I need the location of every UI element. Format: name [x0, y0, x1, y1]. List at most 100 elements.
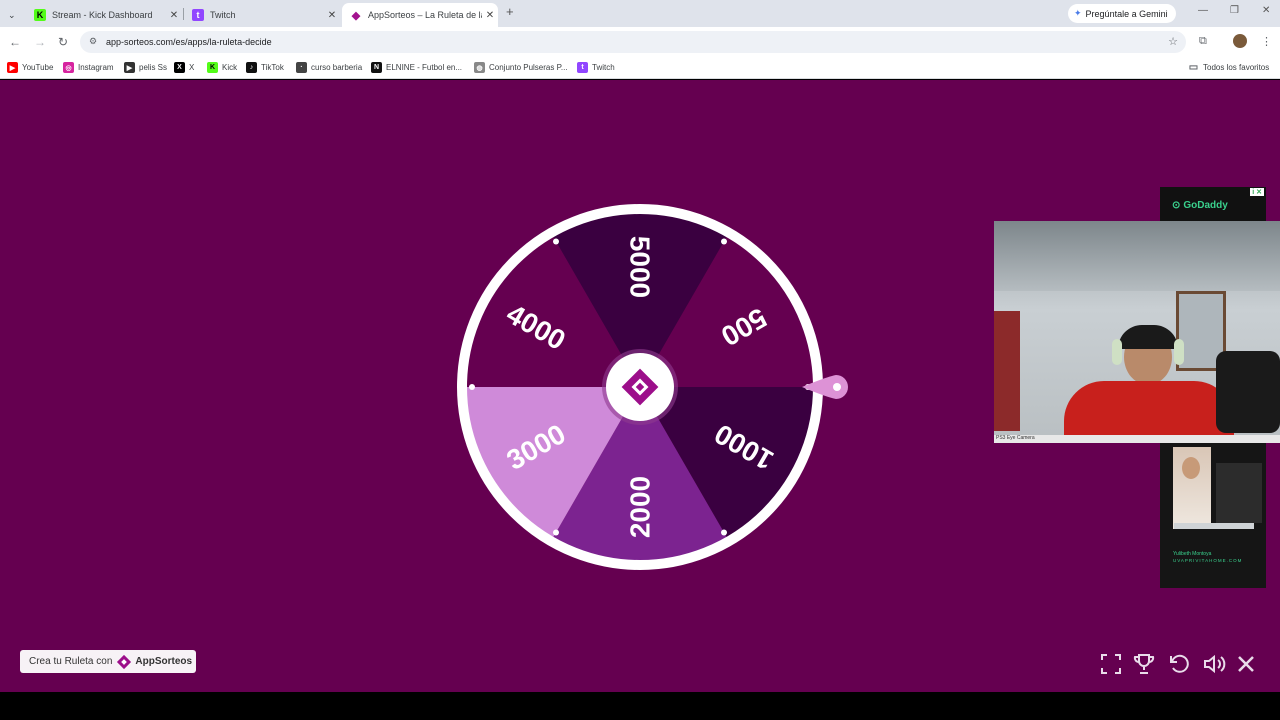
rim-dot	[553, 529, 559, 536]
create-wheel-button[interactable]: Crea tu Ruleta con AppSorteos	[20, 650, 196, 673]
rim-dot	[721, 238, 727, 245]
bookmark-label: curso barberia	[311, 63, 363, 72]
tab-twitch[interactable]: t Twitch ✕	[184, 3, 340, 27]
menu-icon[interactable]: ⋮	[1261, 35, 1272, 48]
forward-icon[interactable]: →	[34, 35, 46, 49]
wheel-label: 5000	[625, 236, 656, 298]
camera-caption: PS3 Eye Camera	[994, 435, 1280, 443]
fullscreen-icon[interactable]	[1099, 652, 1123, 676]
bookmark-pelis[interactable]: ▶ pelis Ss	[124, 62, 167, 73]
bookmark-kick[interactable]: K Kick	[207, 62, 237, 73]
bookmark-x[interactable]: XX	[174, 62, 194, 73]
appsorteos-icon: ◆	[351, 9, 361, 22]
kick-icon: K	[34, 9, 46, 21]
close-icon[interactable]: ✕	[166, 10, 182, 21]
new-tab-icon[interactable]: +	[506, 4, 514, 19]
bookmark-label: Kick	[222, 63, 238, 72]
extensions-icon[interactable]: ⧉	[1199, 35, 1207, 48]
minimize-icon[interactable]: —	[1198, 5, 1208, 16]
headphone	[1112, 339, 1122, 365]
url-text: app-sorteos.com/es/apps/la-ruleta-decide	[106, 37, 272, 47]
bookmark-label: X	[189, 63, 195, 72]
person-hair	[1118, 325, 1178, 349]
godaddy-logo-icon: ⊙	[1172, 199, 1181, 211]
bookmark-tiktok[interactable]: ♪ TikTok	[246, 62, 284, 73]
close-icon[interactable]: ✕	[324, 10, 340, 21]
gaming-chair	[1216, 351, 1280, 433]
person-jacket	[1064, 381, 1234, 441]
reload-icon[interactable]: ↻	[58, 35, 68, 49]
bookmark-instagram[interactable]: ◎ Instagram	[63, 62, 114, 73]
window-close-icon[interactable]: ✕	[1262, 5, 1270, 16]
reset-icon[interactable]	[1167, 652, 1191, 676]
restore-icon[interactable]: ❐	[1230, 5, 1239, 16]
close-icon[interactable]: ✕	[482, 10, 498, 21]
volume-icon[interactable]	[1202, 652, 1226, 676]
tab-search-button[interactable]: ⌄	[4, 3, 18, 27]
gemini-sparkle-icon: ✦	[1074, 8, 1082, 18]
youtube-icon: ▶	[7, 62, 18, 73]
bookmark-pulseras[interactable]: ◍ Conjunto Pulseras P...	[474, 62, 568, 73]
ad-site: UVAPRIVITAHOME.COM	[1173, 558, 1243, 563]
bookmark-label: Todos los favoritos	[1203, 63, 1270, 72]
gemini-button[interactable]: ✦ Pregúntale a Gemini	[1068, 4, 1176, 23]
bottom-black-bar	[0, 692, 1280, 720]
bookmark-label: pelis Ss	[139, 63, 168, 72]
tab-strip: ⌄ K Stream - Kick Dashboard ✕ t Twitch ✕…	[0, 0, 1280, 27]
bookmark-label: YouTube	[22, 63, 54, 72]
back-icon[interactable]: ←	[9, 35, 21, 49]
all-bookmarks[interactable]: ▭ Todos los favoritos	[1188, 62, 1270, 73]
bookmark-star-icon[interactable]: ☆	[1168, 35, 1178, 48]
tab-title: Stream - Kick Dashboard	[52, 10, 153, 20]
bookmarks-bar: ▶ YouTube ◎ Instagram ▶ pelis Ss XX K Kick ♪…	[0, 57, 1280, 79]
instagram-icon: ◎	[63, 62, 74, 73]
ad-info-icon[interactable]: i ✕	[1250, 188, 1264, 196]
address-bar[interactable]: ⚙ app-sorteos.com/es/apps/la-ruleta-deci…	[80, 31, 1186, 53]
tab-title: AppSorteos – La Ruleta de la Su	[368, 10, 482, 20]
ceiling	[994, 221, 1280, 291]
bookmark-label: Twitch	[592, 63, 615, 72]
x-icon: X	[174, 62, 185, 73]
tab-title: Twitch	[210, 10, 236, 20]
tab-kick[interactable]: K Stream - Kick Dashboard ✕	[26, 3, 182, 27]
bookmark-youtube[interactable]: ▶ YouTube	[7, 62, 53, 73]
bookmark-barberia[interactable]: · curso barberia	[296, 62, 362, 73]
webcam-overlay: PS3 Eye Camera	[994, 221, 1280, 443]
elnine-icon: N	[371, 62, 382, 73]
page-content: 5000 500 1000 2000 3000 4000 Crea tu Ruleta c…	[0, 80, 1280, 692]
globe-icon: ◍	[474, 62, 485, 73]
tiktok-icon: ♪	[246, 62, 257, 73]
bookmark-elnine[interactable]: N ELNINE - Futbol en...	[371, 62, 462, 73]
ad-screen	[1216, 463, 1262, 523]
bookmark-twitch[interactable]: t Twitch	[577, 62, 615, 73]
barberia-icon: ·	[296, 62, 307, 73]
ad-desk	[1174, 523, 1254, 529]
kick-icon: K	[207, 62, 218, 73]
ad-banner-top[interactable]: ⊙ GoDaddy i ✕	[1160, 187, 1266, 223]
ad-banner-bottom[interactable]: Yulibeth Montoya UVAPRIVITAHOME.COM	[1160, 443, 1266, 588]
headphone	[1174, 339, 1184, 365]
toolbar: ← → ↻ ⚙ app-sorteos.com/es/apps/la-rulet…	[0, 27, 1280, 57]
close-icon[interactable]	[1234, 652, 1258, 676]
wheel-label: 2000	[625, 476, 656, 538]
trophy-icon[interactable]	[1132, 652, 1156, 676]
bookmark-label: TikTok	[261, 63, 284, 72]
bookmark-label: Conjunto Pulseras P...	[489, 63, 568, 72]
site-settings-icon[interactable]: ⚙	[89, 36, 97, 47]
cta-text: Crea tu Ruleta con	[29, 656, 113, 667]
twitch-icon: t	[192, 9, 204, 21]
prize-wheel[interactable]: 50005001000200030004000	[440, 200, 860, 580]
gemini-label: Pregúntale a Gemini	[1085, 8, 1168, 19]
rim-dot	[553, 238, 559, 245]
cta-brand: AppSorteos	[135, 656, 193, 667]
appsorteos-icon	[117, 654, 132, 669]
rim-dot	[721, 529, 727, 536]
profile-avatar[interactable]	[1233, 34, 1247, 48]
folder-icon: ▭	[1188, 62, 1199, 73]
tab-appsorteos[interactable]: ◆ AppSorteos – La Ruleta de la Su ✕	[342, 3, 498, 27]
ad-person-face	[1182, 457, 1200, 479]
twitch-icon: t	[577, 62, 588, 73]
wall-flag	[994, 311, 1020, 431]
bookmark-label: ELNINE - Futbol en...	[386, 63, 463, 72]
ad-brand: GoDaddy	[1183, 199, 1228, 211]
